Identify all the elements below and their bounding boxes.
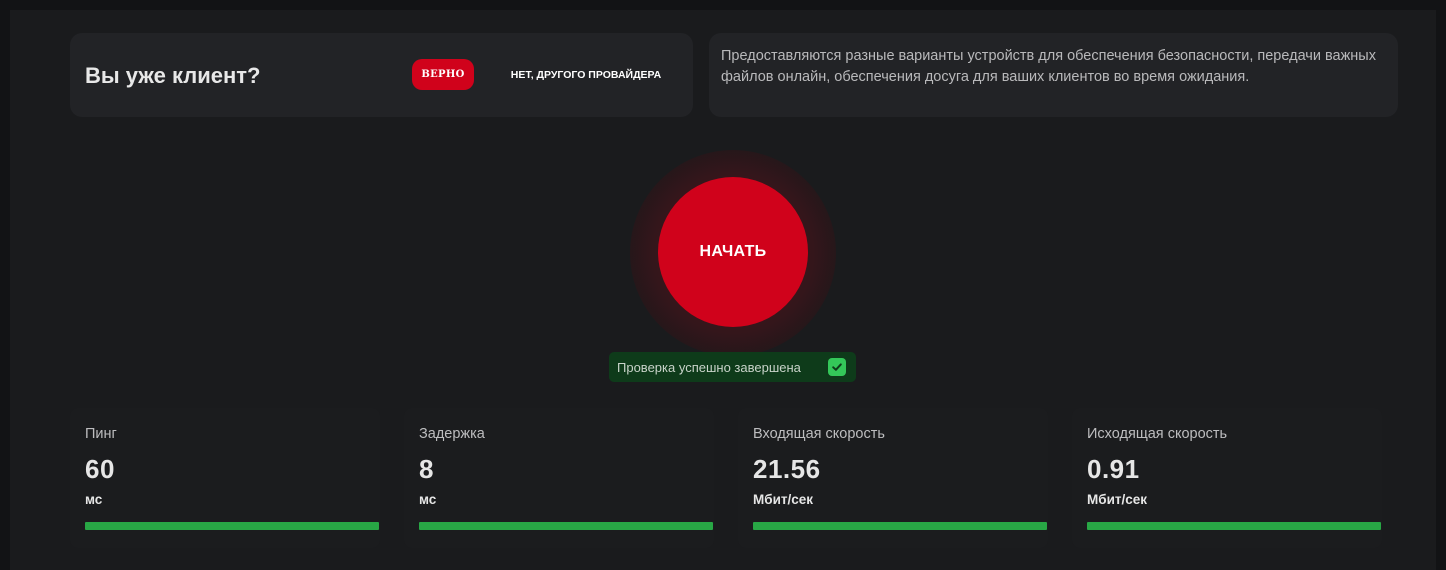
metric-progress-bar	[753, 522, 1047, 530]
metric-progress-fill	[419, 522, 713, 530]
start-button[interactable]: НАЧАТЬ	[658, 177, 808, 327]
metric-download-speed: Входящая скорость 21.56 Мбит/сек	[738, 408, 1048, 548]
status-badge: Проверка успешно завершена	[609, 352, 856, 382]
metric-unit: Мбит/сек	[753, 492, 814, 507]
metric-unit: Мбит/сек	[1087, 492, 1148, 507]
metric-progress-bar	[85, 522, 379, 530]
metric-unit: мс	[419, 492, 437, 507]
check-icon	[828, 358, 846, 376]
metric-ping: Пинг 60 мс	[70, 408, 380, 548]
info-card: Предоставляются разные варианты устройст…	[709, 33, 1398, 117]
metric-progress-fill	[85, 522, 379, 530]
metric-label: Задержка	[419, 426, 485, 442]
other-provider-button[interactable]: НЕТ, ДРУГОГО ПРОВАЙДЕРА	[488, 59, 684, 90]
metric-latency: Задержка 8 мс	[404, 408, 714, 548]
metric-value: 60	[85, 454, 115, 484]
client-question-title: Вы уже клиент?	[85, 63, 261, 88]
metric-label: Исходящая скорость	[1087, 426, 1228, 442]
yes-button[interactable]: ВЕРНО	[412, 59, 474, 90]
status-text: Проверка успешно завершена	[617, 359, 801, 375]
metric-progress-bar	[1087, 522, 1381, 530]
client-question-card: Вы уже клиент? ВЕРНО НЕТ, ДРУГОГО ПРОВАЙ…	[70, 33, 693, 117]
info-text: Предоставляются разные варианты устройст…	[721, 48, 1376, 85]
metric-progress-fill	[753, 522, 1047, 530]
metric-unit: мс	[85, 492, 103, 507]
metric-value: 21.56	[753, 454, 821, 484]
metric-value: 0.91	[1087, 454, 1140, 484]
metric-label: Входящая скорость	[753, 426, 885, 442]
metric-value: 8	[419, 454, 434, 484]
metric-upload-speed: Исходящая скорость 0.91 Мбит/сек	[1072, 408, 1382, 548]
metric-progress-fill	[1087, 522, 1381, 530]
metric-label: Пинг	[85, 426, 117, 442]
metric-progress-bar	[419, 522, 713, 530]
